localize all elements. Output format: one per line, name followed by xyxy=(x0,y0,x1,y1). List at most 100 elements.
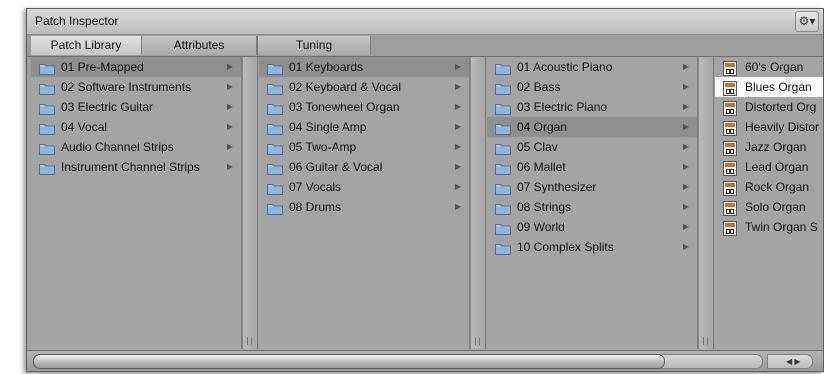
list-item[interactable]: 03 Tonewheel Organ ▶ xyxy=(259,97,469,117)
patch-inspector-window: Patch Inspector ⚙▾ Patch Library Attribu… xyxy=(26,8,824,372)
list-item[interactable]: 08 Drums ▶ xyxy=(259,197,469,217)
list-item[interactable]: 60's Organ xyxy=(715,57,823,77)
scroll-arrow-buttons[interactable]: ◀ ▶ xyxy=(767,354,813,369)
list-item-label: 04 Organ xyxy=(517,120,568,134)
list-item[interactable]: Rock Organ xyxy=(715,177,823,197)
disclosure-arrow-icon: ▶ xyxy=(682,62,689,71)
disclosure-arrow-icon: ▶ xyxy=(682,102,689,111)
list-item-label: Blues Organ xyxy=(745,80,812,94)
gear-menu-button[interactable]: ⚙▾ xyxy=(795,11,819,32)
list-item-label: 03 Electric Guitar xyxy=(61,100,154,114)
folder-icon xyxy=(267,81,283,97)
tab-label: Tuning xyxy=(295,38,333,52)
list-item-label: 07 Synthesizer xyxy=(517,180,597,194)
list-item[interactable]: 07 Synthesizer ▶ xyxy=(487,177,697,197)
window-title: Patch Inspector xyxy=(35,14,119,28)
disclosure-arrow-icon: ▶ xyxy=(682,242,689,251)
list-item[interactable]: 04 Vocal ▶ xyxy=(31,117,241,137)
browser-column-4: 60's Organ Blues Organ Distorted Org Heavil… xyxy=(715,57,823,349)
folder-icon xyxy=(495,161,511,177)
list-item[interactable]: Heavily Distor xyxy=(715,117,823,137)
patch-icon xyxy=(723,121,737,137)
patch-icon xyxy=(723,201,737,217)
list-item[interactable]: 05 Two-Amp ▶ xyxy=(259,137,469,157)
disclosure-arrow-icon: ▶ xyxy=(682,142,689,151)
list-item-label: 03 Electric Piano xyxy=(517,100,608,114)
resize-grip[interactable] xyxy=(475,337,480,345)
disclosure-arrow-icon: ▶ xyxy=(682,182,689,191)
patch-icon xyxy=(723,81,737,97)
column-1-scrollbar[interactable] xyxy=(242,57,258,349)
list-item[interactable]: 09 World ▶ xyxy=(487,217,697,237)
list-item-label: 01 Pre-Mapped xyxy=(61,60,144,74)
disclosure-arrow-icon: ▶ xyxy=(682,202,689,211)
folder-icon xyxy=(495,181,511,197)
list-item[interactable]: Distorted Org xyxy=(715,97,823,117)
list-item[interactable]: Lead Organ xyxy=(715,157,823,177)
tab-patch-library[interactable]: Patch Library xyxy=(31,36,142,55)
disclosure-arrow-icon: ▶ xyxy=(454,162,461,171)
list-item[interactable]: 04 Single Amp ▶ xyxy=(259,117,469,137)
folder-icon xyxy=(495,81,511,97)
folder-icon xyxy=(495,101,511,117)
disclosure-arrow-icon: ▶ xyxy=(682,222,689,231)
browser-column-2: 01 Keyboards ▶ 02 Keyboard & Vocal ▶ 03 Tone… xyxy=(259,57,470,349)
tab-tuning[interactable]: Tuning xyxy=(257,36,371,55)
list-item[interactable]: Audio Channel Strips ▶ xyxy=(31,137,241,157)
list-item-label: 04 Single Amp xyxy=(289,120,367,134)
tab-attributes[interactable]: Attributes xyxy=(142,36,257,55)
list-item[interactable]: 02 Keyboard & Vocal ▶ xyxy=(259,77,469,97)
list-item-label: Jazz Organ xyxy=(745,140,807,154)
list-item-label: Rock Organ xyxy=(745,180,810,194)
list-item[interactable]: Solo Organ xyxy=(715,197,823,217)
folder-icon xyxy=(267,141,283,157)
folder-icon xyxy=(267,181,283,197)
list-item-label: 08 Drums xyxy=(289,200,342,214)
list-item[interactable]: 03 Electric Guitar ▶ xyxy=(31,97,241,117)
list-item[interactable]: 01 Acoustic Piano ▶ xyxy=(487,57,697,77)
list-item-label: Distorted Org xyxy=(745,100,817,114)
list-item[interactable]: 02 Bass ▶ xyxy=(487,77,697,97)
disclosure-arrow-icon: ▶ xyxy=(454,82,461,91)
column-2-scrollbar[interactable] xyxy=(470,57,486,349)
scroll-thumb[interactable] xyxy=(33,354,665,369)
browser-column-1: 01 Pre-Mapped ▶ 02 Software Instruments ▶ 03… xyxy=(31,57,242,349)
list-item[interactable]: 03 Electric Piano ▶ xyxy=(487,97,697,117)
list-item[interactable]: Instrument Channel Strips ▶ xyxy=(31,157,241,177)
list-item[interactable]: Jazz Organ xyxy=(715,137,823,157)
list-item[interactable]: Blues Organ xyxy=(715,77,823,97)
scroll-arrows-icon[interactable]: ◀ ▶ xyxy=(786,355,801,368)
disclosure-arrow-icon: ▶ xyxy=(226,162,233,171)
disclosure-arrow-icon: ▶ xyxy=(682,122,689,131)
list-item[interactable]: 01 Pre-Mapped ▶ xyxy=(31,57,241,77)
tab-label: Attributes xyxy=(173,38,225,52)
list-item[interactable]: 02 Software Instruments ▶ xyxy=(31,77,241,97)
list-item[interactable]: 06 Mallet ▶ xyxy=(487,157,697,177)
folder-icon xyxy=(495,121,511,137)
list-item-label: 02 Keyboard & Vocal xyxy=(289,80,402,94)
resize-grip[interactable] xyxy=(703,337,708,345)
folder-icon xyxy=(267,101,283,117)
list-item[interactable]: 01 Keyboards ▶ xyxy=(259,57,469,77)
folder-icon xyxy=(495,141,511,157)
list-item[interactable]: Twin Organ S xyxy=(715,217,823,237)
folder-icon xyxy=(39,81,55,97)
tab-bar: Patch Library Attributes Tuning xyxy=(27,35,823,57)
disclosure-arrow-icon: ▶ xyxy=(454,202,461,211)
list-item[interactable]: 08 Strings ▶ xyxy=(487,197,697,217)
list-item[interactable]: 05 Clav ▶ xyxy=(487,137,697,157)
list-item[interactable]: 06 Guitar & Vocal ▶ xyxy=(259,157,469,177)
list-item-label: 05 Clav xyxy=(517,140,558,154)
list-item-label: 01 Keyboards xyxy=(289,60,364,74)
list-item[interactable]: 10 Complex Splits ▶ xyxy=(487,237,697,257)
resize-grip[interactable] xyxy=(247,337,252,345)
patch-icon xyxy=(723,221,737,237)
list-item[interactable]: 07 Vocals ▶ xyxy=(259,177,469,197)
disclosure-arrow-icon: ▶ xyxy=(226,102,233,111)
column-browser: 01 Pre-Mapped ▶ 02 Software Instruments ▶ 03… xyxy=(27,57,823,349)
column-3-scrollbar[interactable] xyxy=(698,57,714,349)
list-item-label: 60's Organ xyxy=(745,60,804,74)
list-item[interactable]: 04 Organ ▶ xyxy=(487,117,697,137)
disclosure-arrow-icon: ▶ xyxy=(454,62,461,71)
horizontal-scrollbar[interactable]: ◀ ▶ xyxy=(27,350,823,371)
